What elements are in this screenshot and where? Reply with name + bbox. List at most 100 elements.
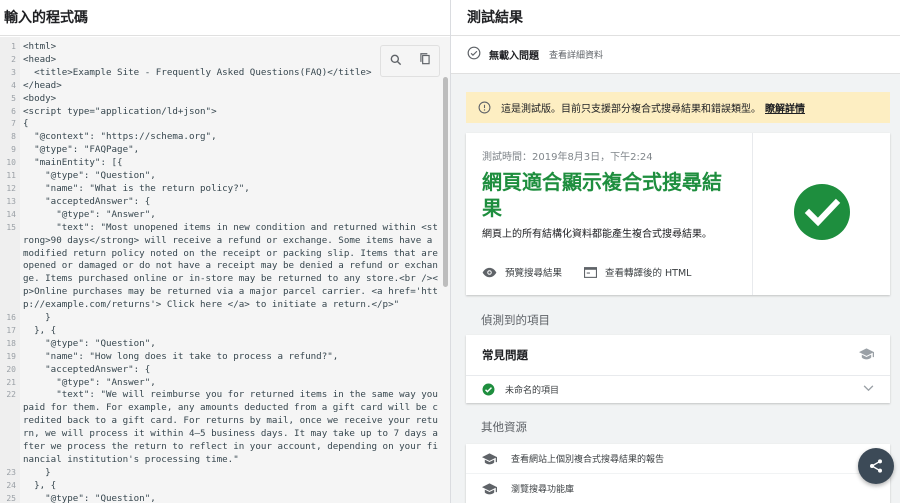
code-line: 17 }, { [0,325,440,338]
line-text: "mainEntity": [{ [23,157,123,169]
line-text: "name": "What is the return policy?", [23,182,250,194]
line-text: } [23,466,51,478]
view-details-link[interactable]: 查看詳細資料 [549,48,603,61]
warning-text: 這是測試版。目前只支援部分複合式搜尋結果和錯誤類型。 [501,104,761,115]
line-number: 6 [11,106,16,116]
share-icon [870,459,882,473]
line-number: 14 [6,209,16,219]
code-line: 24 }, { [0,480,440,493]
line-text: "@type": "Question", [23,337,156,349]
line-number: 10 [6,158,16,168]
line-number: 8 [11,132,16,142]
line-text: "acceptedAnswer": { [23,195,151,207]
line-text: "acceptedAnswer": { [23,363,151,375]
code-editor[interactable]: 1 <html> 2 <head> 3 <title>Example Site - Fr… [0,37,450,503]
resource-report-label: 查看網站上個別複合式搜尋結果的報告 [511,455,665,465]
line-text: }, { [23,479,57,491]
code-line: 4 </head> [0,80,440,93]
line-number: 19 [6,351,16,361]
test-timestamp: 測試時間：2019年8月3日，下午2:24 [482,152,653,163]
line-text: <title>Example Site - Frequently Asked Q… [23,66,372,78]
code-window-icon [584,266,598,278]
code-line: 10 "mainEntity": [{ [0,157,440,170]
line-text: </head> [23,79,62,91]
share-button[interactable] [858,448,894,484]
eye-icon [482,267,497,277]
loading-issues-label: 無載入問題 [489,51,539,62]
line-text: <body> [23,92,57,104]
code-lines: 1 <html> 2 <head> 3 <title>Example Site - Fr… [0,41,440,503]
code-line: 22 "text": "We will reimburse you for re… [0,389,440,466]
verdict-description: 網頁上的所有結構化資料都能產生複合式搜尋結果。 [482,229,712,240]
code-toolbar [380,45,440,77]
faq-list-item[interactable]: 未命名的項目 [466,376,890,403]
line-number: 15 [6,222,16,232]
green-check-circle-icon [482,383,495,396]
line-number: 9 [11,145,16,155]
line-text: "@type": "Question", [23,170,156,182]
detected-items-heading: 偵測到的項目 [481,313,550,327]
line-text: <html> [23,41,57,52]
code-scrollbar[interactable] [443,77,448,287]
view-rendered-html-label: 查看轉譯後的 HTML [605,268,692,279]
code-line: 9 "@type": "FAQPage", [0,144,440,157]
line-number: 12 [6,183,16,193]
line-text: <script type="application/ld+json"> [23,105,217,117]
big-check-circle-icon [793,183,851,245]
code-line: 16 } [0,312,440,325]
faq-title: 常見問題 [482,348,528,362]
code-line: 18 "@type": "Question", [0,338,440,351]
faq-card: 常見問題 未命名的項目 [466,335,890,403]
line-number: 4 [11,80,16,90]
line-number: 5 [11,93,16,103]
loading-issues-bar: 無載入問題 查看詳細資料 [451,36,900,74]
code-line: 23 } [0,467,440,480]
faq-header[interactable]: 常見問題 [466,335,890,376]
line-text: "@type": "Answer", [23,376,156,388]
line-number: 16 [6,313,16,323]
line-number: 3 [11,67,16,77]
code-line: 12 "name": "What is the return policy?", [0,183,440,196]
code-line: 19 "name": "How long does it take to pro… [0,351,440,364]
results-title: 測試結果 [451,0,900,36]
line-number: 22 [6,390,16,400]
result-actions: 預覽搜尋結果 查看轉譯後的 HTML [482,265,713,279]
learn-more-link[interactable]: 瞭解詳情 [765,100,805,115]
line-number: 13 [6,196,16,206]
graduation-cap-icon[interactable] [859,347,874,363]
line-text: "@type": "Answer", [23,208,156,220]
test-results-pane: 測試結果 無載入問題 查看詳細資料 這是測試版。目前只支援部分複合式搜尋結果和錯… [451,0,900,503]
preview-results-button[interactable]: 預覽搜尋結果 [482,265,562,279]
code-line: 20 "acceptedAnswer": { [0,364,440,377]
line-number: 1 [11,42,16,51]
code-line: 15 "text": "Most unopened items in new c… [0,222,440,312]
line-text: "text": "Most unopened items in new cond… [23,221,444,311]
result-card: 測試時間：2019年8月3日，下午2:24 網頁適合顯示複合式搜尋結果 網頁上的… [466,133,890,295]
code-pane-title: 輸入的程式碼 [0,0,450,36]
line-text: "name": "How long does it take to proces… [23,350,339,362]
view-rendered-html-button[interactable]: 查看轉譯後的 HTML [584,265,691,279]
line-number: 18 [6,338,16,348]
resources-card: 查看網站上個別複合式搜尋結果的報告 瀏覽搜尋功能庫 [466,444,890,503]
graduation-cap-icon [482,482,497,494]
line-text: }, { [23,324,57,336]
line-text: } [23,312,51,324]
search-icon[interactable] [389,52,403,71]
resource-gallery-link[interactable]: 瀏覽搜尋功能庫 [466,474,890,503]
line-number: 25 [6,493,16,503]
info-icon [478,101,491,114]
code-line: 13 "acceptedAnswer": { [0,196,440,209]
copy-icon[interactable] [418,51,432,71]
resource-report-link[interactable]: 查看網站上個別複合式搜尋結果的報告 [466,444,890,474]
code-input-pane: 輸入的程式碼 1 <html> 2 <head> 3 <title>Example Si… [0,0,451,503]
line-number: 23 [6,467,16,477]
code-line: 1 <html> [0,41,440,54]
code-line: 5 <body> [0,93,440,106]
beta-warning-banner: 這是測試版。目前只支援部分複合式搜尋結果和錯誤類型。 瞭解詳情 [466,92,890,123]
code-line: 21 "@type": "Answer", [0,377,440,390]
line-number: 17 [6,325,16,335]
line-number: 24 [6,480,16,490]
chevron-down-icon[interactable] [863,384,874,395]
preview-results-label: 預覽搜尋結果 [505,268,563,279]
line-text: "@context": "https://schema.org", [23,131,217,143]
